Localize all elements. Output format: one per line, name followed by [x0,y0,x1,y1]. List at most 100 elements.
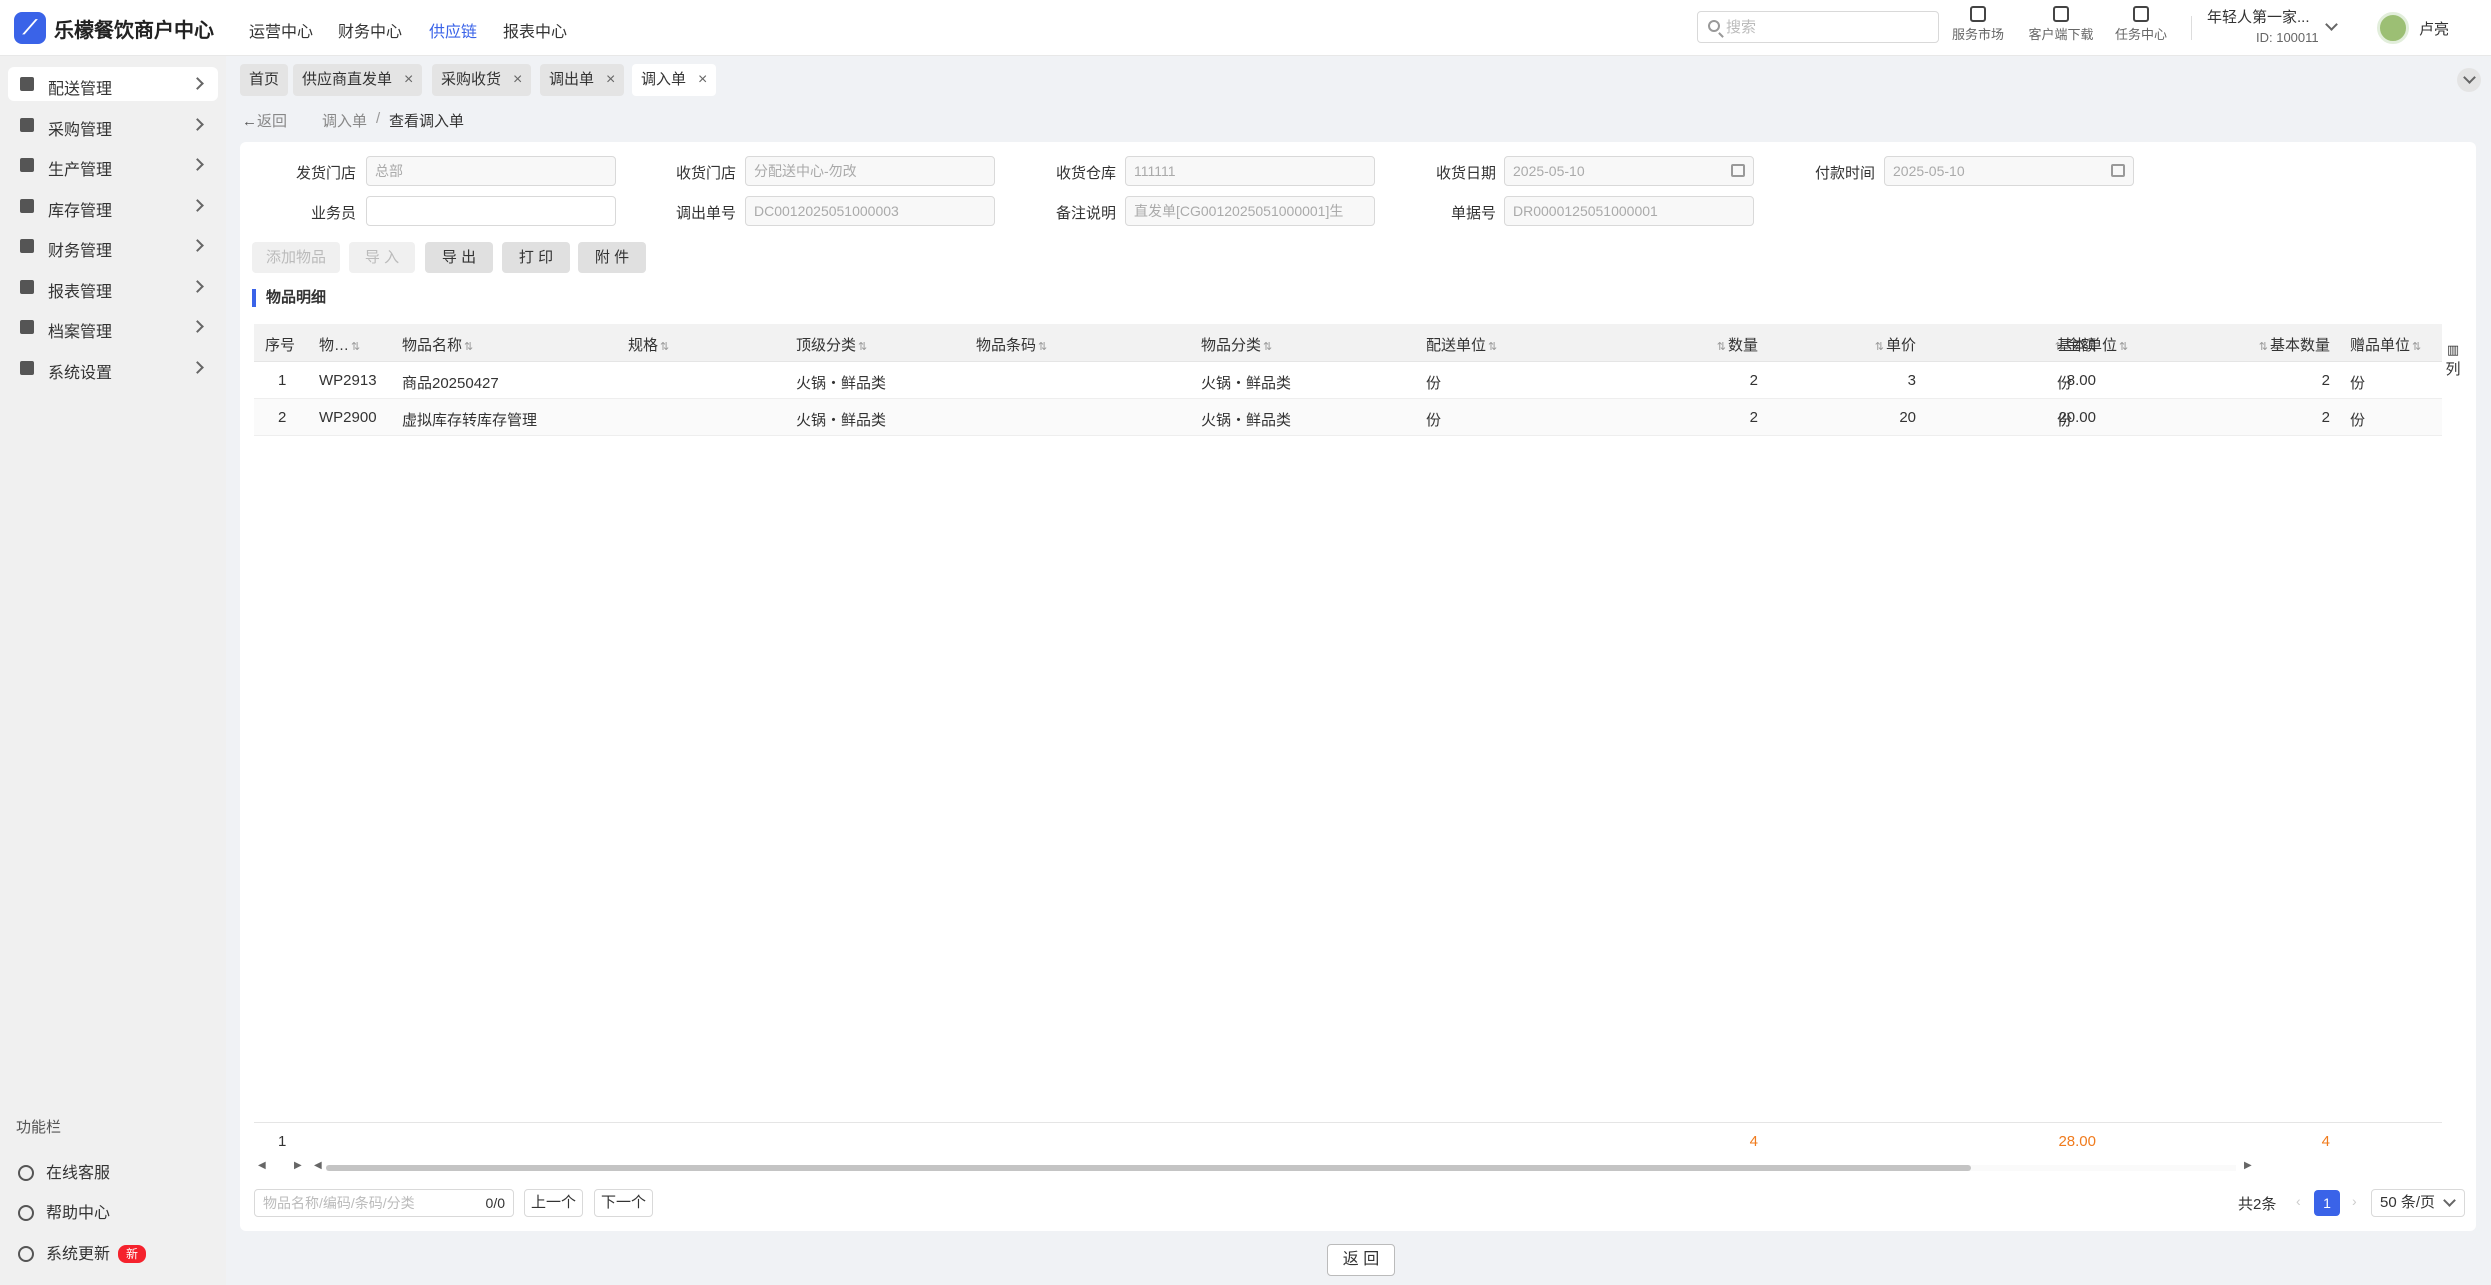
topnav-finance[interactable]: 财务中心 [338,18,402,42]
scroll-thumb[interactable] [326,1165,1971,1171]
horizontal-scrollbar[interactable]: ◀ ▶ ◀ ▶ [254,1160,2442,1174]
col-header-delivery-unit[interactable]: 配送单位 ⇅ [1426,334,1499,355]
task-center-button[interactable]: 任务中心 [2112,6,2170,43]
recv-date-field[interactable]: 2025-05-10 [1504,156,1754,186]
sort-icon[interactable]: ⇅ [1263,341,1272,353]
col-header-name[interactable]: 物品名称 ⇅ [402,334,475,355]
sort-icon[interactable]: ⇅ [2119,341,2128,353]
tab-home[interactable]: 首页 [240,64,289,96]
scroll-right-icon[interactable]: ▶ [2244,1160,2252,1171]
topnav-supply-chain[interactable]: 供应链 [429,18,477,42]
sidebar-item-finance[interactable]: 财务管理 [8,229,218,263]
recv-store-field[interactable]: 分配送中心-勿改 [745,156,995,186]
totals-count: 1 [278,1133,287,1150]
column-settings-button[interactable]: ▥ 列 [2443,340,2463,380]
export-button[interactable]: 导 出 [425,242,493,273]
client-download-button[interactable]: 客户端下载 [2024,6,2098,43]
avatar[interactable] [2377,12,2409,44]
user-name[interactable]: 卢亮 [2419,18,2449,39]
chevron-right-icon [191,361,204,374]
prev-page-icon[interactable]: ‹ [2296,1193,2301,1209]
sidebar-item-settings[interactable]: 系统设置 [8,351,218,385]
help-center-label: 帮助中心 [46,1205,111,1222]
col-header-unit-price[interactable]: ⇅ 单价 [1816,334,1916,355]
remark-field[interactable]: 直发单[CG0012025051000001]生 [1125,196,1375,226]
org-switch-chevron-icon[interactable] [2325,18,2338,31]
scroll-left-icon[interactable]: ◀ [258,1160,266,1171]
col-header-spec[interactable]: 规格 ⇅ [628,334,671,355]
table-row[interactable]: 2 WP2900 虚拟库存转库存管理 火锅・鲜品类 火锅・鲜品类 份 2 20 … [254,399,2442,436]
sidebar-item-archive[interactable]: 档案管理 [8,310,218,344]
sort-icon[interactable]: ⇅ [2259,341,2268,353]
sort-icon[interactable]: ⇅ [1875,341,1884,353]
sidebar-item-reports[interactable]: 报表管理 [8,270,218,304]
col-header-qty[interactable]: ⇅ 数量 [1658,334,1758,355]
send-store-field[interactable]: 总部 [366,156,616,186]
sort-icon[interactable]: ⇅ [2412,341,2421,353]
col-header-base-qty[interactable]: ⇅ 基本数量 [2230,334,2330,355]
find-prev-button[interactable]: 上一个 [524,1189,584,1217]
report-icon [20,280,34,294]
back-link[interactable]: ←返回 [242,110,287,131]
sort-icon[interactable]: ⇅ [1717,341,1726,353]
system-update-link[interactable]: 系统更新新 [18,1240,147,1264]
sidebar-item-purchase[interactable]: 采购管理 [8,108,218,142]
sidebar-item-inventory[interactable]: 库存管理 [8,189,218,223]
import-button[interactable]: 导 入 [349,242,415,273]
online-service-link[interactable]: 在线客服 [18,1159,110,1183]
close-icon[interactable]: × [606,71,615,88]
tab-purchase-receipt[interactable]: 采购收货 × [432,64,532,96]
close-icon[interactable]: × [404,71,413,88]
doc-no-field[interactable]: DR0000125051000001 [1504,196,1754,226]
topnav-reports[interactable]: 报表中心 [503,18,567,42]
send-store-label: 发货门店 [295,165,356,182]
out-no-field[interactable]: DC0012025051000003 [745,196,995,226]
col-header-code[interactable]: 物… ⇅ [319,334,362,355]
help-center-link[interactable]: 帮助中心 [18,1199,110,1223]
close-icon[interactable]: × [513,71,522,88]
recv-warehouse-field[interactable]: 111111 [1125,156,1375,186]
attachment-button[interactable]: 附 件 [578,242,646,273]
sidebar-item-production[interactable]: 生产管理 [8,148,218,182]
page-size-select[interactable]: 50 条/页 [2371,1189,2465,1217]
col-header-category[interactable]: 物品分类 ⇅ [1201,334,1274,355]
search-box[interactable] [1697,11,1939,43]
back-button[interactable]: 返 回 [1327,1244,1395,1276]
col-header-barcode[interactable]: 物品条码 ⇅ [976,334,1049,355]
collapse-tabs-button[interactable] [2457,68,2481,92]
sort-icon[interactable]: ⇅ [1038,341,1047,353]
next-page-icon[interactable]: › [2352,1193,2357,1209]
sort-icon[interactable]: ⇅ [351,341,360,353]
service-market-button[interactable]: 服务市场 [1950,6,2006,43]
item-find-input[interactable]: 物品名称/编码/条码/分类 0/0 [254,1189,514,1217]
scroll-left-icon[interactable]: ◀ [314,1160,322,1171]
col-header-base-unit[interactable]: 基本单位 ⇅ [2057,334,2130,355]
breadcrumb-parent[interactable]: 调入单 [322,110,367,131]
tab-transfer-in[interactable]: 调入单 × [632,64,717,96]
salesman-field[interactable] [366,196,616,226]
find-next-button[interactable]: 下一个 [594,1189,654,1217]
sort-icon[interactable]: ⇅ [464,341,473,353]
col-header-label: 物… [319,337,350,354]
print-button[interactable]: 打 印 [502,242,570,273]
scroll-right-icon[interactable]: ▶ [294,1160,302,1171]
sort-icon[interactable]: ⇅ [1488,341,1497,353]
sort-icon[interactable]: ⇅ [858,341,867,353]
org-name[interactable]: 年轻人第一家... [2207,6,2310,27]
pay-time-field[interactable]: 2025-05-10 [1884,156,2134,186]
col-header-top-category[interactable]: 顶级分类 ⇅ [796,334,869,355]
out-no-label: 调出单号 [675,205,736,222]
add-item-button[interactable]: 添加物品 [252,242,340,273]
col-header-gift-unit[interactable]: 赠品单位 ⇅ [2350,334,2423,355]
tab-transfer-out[interactable]: 调出单 × [540,64,625,96]
page-1-button[interactable]: 1 [2314,1190,2340,1216]
table-row[interactable]: 1 WP2913 商品20250427 火锅・鲜品类 火锅・鲜品类 份 2 3 … [254,362,2442,399]
close-icon[interactable]: × [698,71,707,88]
search-input[interactable] [1726,16,1926,38]
sort-icon[interactable]: ⇅ [660,341,669,353]
tab-supplier-direct[interactable]: 供应商直发单 × [293,64,423,96]
cell-amount: 20.00 [2058,409,2096,426]
app-logo-icon[interactable]: ⟋ [14,12,46,44]
sidebar-item-delivery[interactable]: 配送管理 [8,67,218,101]
topnav-operations[interactable]: 运营中心 [249,18,313,42]
